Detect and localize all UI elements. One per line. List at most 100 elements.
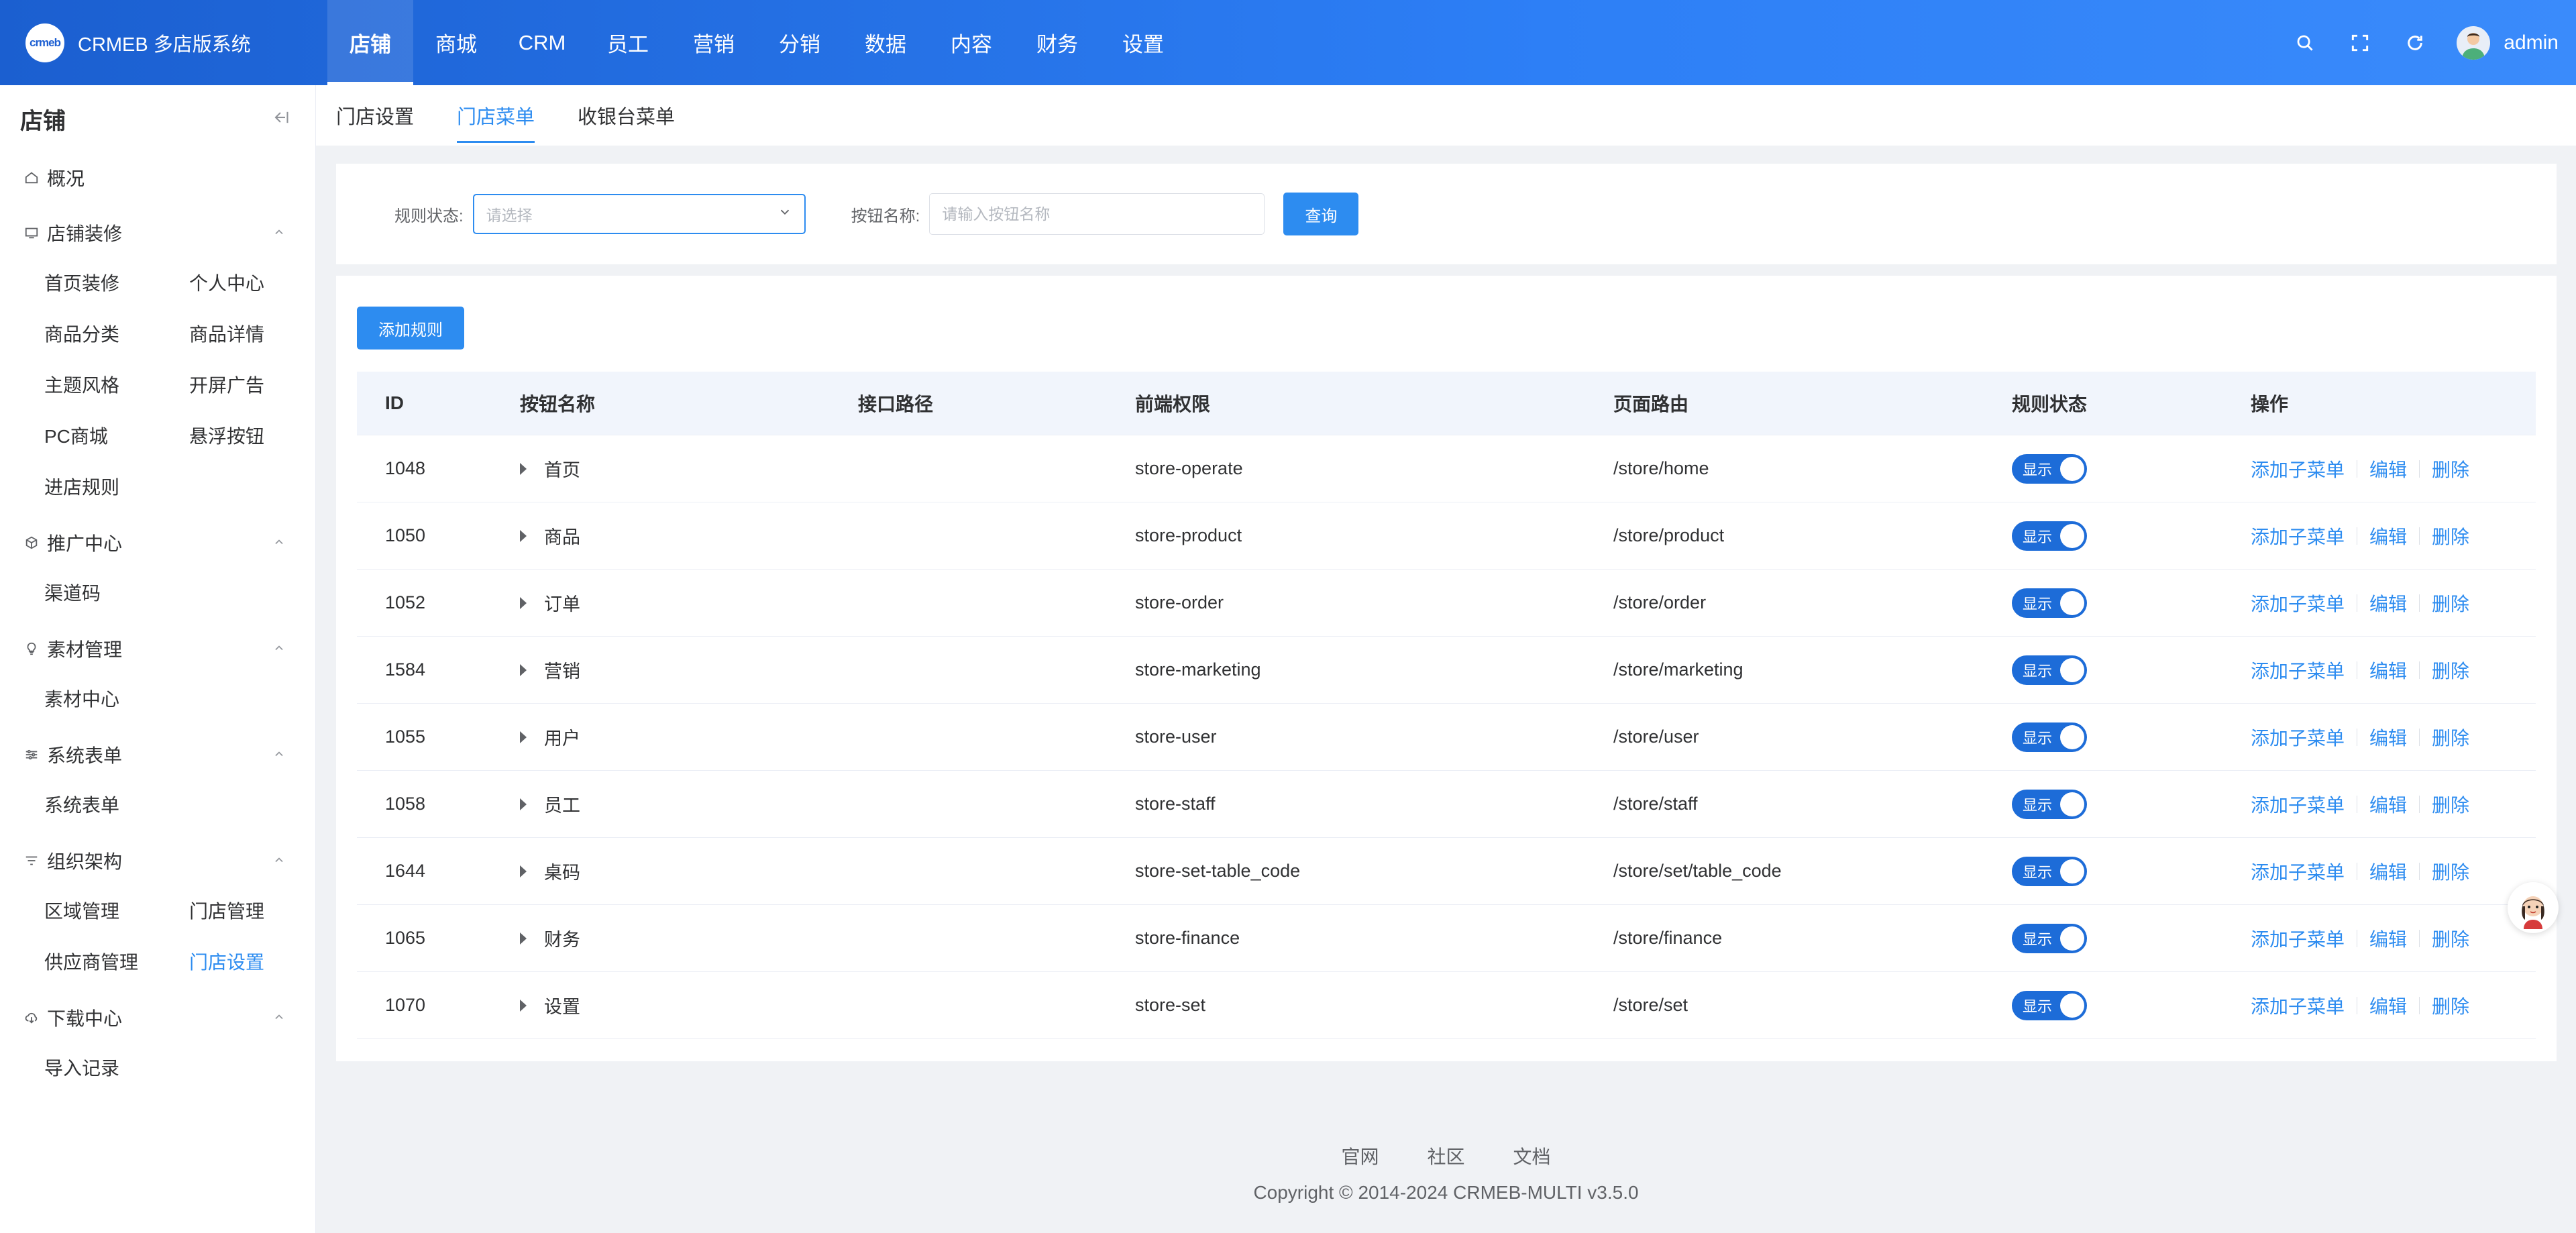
collapse-sidebar-icon[interactable]	[271, 108, 290, 130]
customer-service-avatar[interactable]	[2508, 882, 2559, 933]
edit-link[interactable]: 编辑	[2369, 724, 2407, 751]
sidebar-group-head-materials[interactable]: 素材管理	[0, 623, 315, 674]
expand-caret-icon[interactable]	[520, 932, 527, 945]
sidebar-item-store-management[interactable]: 门店管理	[189, 886, 334, 937]
edit-link[interactable]: 编辑	[2369, 590, 2407, 616]
sidebar-item-supplier-management[interactable]: 供应商管理	[44, 937, 189, 988]
status-toggle[interactable]: 显示	[2012, 588, 2087, 618]
sidebar-group-head-promotion[interactable]: 推广中心	[0, 517, 315, 568]
status-toggle[interactable]: 显示	[2012, 453, 2087, 484]
status-toggle[interactable]: 显示	[2012, 521, 2087, 551]
column-header-api-path: 接口路径	[858, 394, 934, 415]
delete-link[interactable]: 删除	[2432, 523, 2469, 549]
footer-link-official-site[interactable]: 官网	[1341, 1142, 1379, 1169]
add-submenu-link[interactable]: 添加子菜单	[2251, 791, 2345, 818]
expand-caret-icon[interactable]	[520, 798, 527, 810]
delete-link[interactable]: 删除	[2432, 724, 2469, 751]
add-submenu-link[interactable]: 添加子菜单	[2251, 455, 2345, 482]
sidebar-group-head-decoration[interactable]: 店铺装修	[0, 207, 315, 258]
top-nav-item-data[interactable]: 数据	[843, 0, 928, 85]
top-nav-item-staff[interactable]: 员工	[585, 0, 671, 85]
tab-cashier-menu[interactable]: 收银台菜单	[578, 85, 675, 146]
edit-link[interactable]: 编辑	[2369, 657, 2407, 684]
expand-caret-icon[interactable]	[520, 999, 527, 1012]
username[interactable]: admin	[2504, 32, 2559, 54]
avatar[interactable]	[2457, 25, 2491, 60]
expand-caret-icon[interactable]	[520, 529, 527, 542]
add-submenu-link[interactable]: 添加子菜单	[2251, 925, 2345, 952]
status-toggle[interactable]: 显示	[2012, 789, 2087, 819]
delete-link[interactable]: 删除	[2432, 858, 2469, 885]
edit-link[interactable]: 编辑	[2369, 858, 2407, 885]
sidebar-group-head-system-forms[interactable]: 系统表单	[0, 729, 315, 780]
sidebar-item-pc-mall[interactable]: PC商城	[44, 411, 189, 462]
edit-link[interactable]: 编辑	[2369, 791, 2407, 818]
sidebar-item-channel-code[interactable]: 渠道码	[44, 568, 189, 619]
footer-link-community[interactable]: 社区	[1427, 1142, 1464, 1169]
delete-link[interactable]: 删除	[2432, 925, 2469, 952]
delete-link[interactable]: 删除	[2432, 590, 2469, 616]
search-icon[interactable]	[2292, 30, 2318, 56]
tab-store-menu[interactable]: 门店菜单	[457, 85, 535, 146]
top-nav-item-marketing[interactable]: 营销	[671, 0, 757, 85]
edit-link[interactable]: 编辑	[2369, 992, 2407, 1019]
sidebar-item-product-detail[interactable]: 商品详情	[189, 309, 334, 360]
expand-caret-icon[interactable]	[520, 596, 527, 609]
sidebar-item-region-management[interactable]: 区域管理	[44, 886, 189, 937]
add-submenu-link[interactable]: 添加子菜单	[2251, 523, 2345, 549]
status-toggle[interactable]: 显示	[2012, 655, 2087, 685]
expand-caret-icon[interactable]	[520, 663, 527, 676]
column-header-route: 页面路由	[1613, 394, 1689, 415]
add-submenu-link[interactable]: 添加子菜单	[2251, 858, 2345, 885]
tab-store-settings[interactable]: 门店设置	[336, 85, 414, 146]
status-toggle[interactable]: 显示	[2012, 722, 2087, 752]
add-submenu-link[interactable]: 添加子菜单	[2251, 992, 2345, 1019]
top-nav-item-content[interactable]: 内容	[928, 0, 1014, 85]
footer-link-docs[interactable]: 文档	[1513, 1142, 1551, 1169]
expand-caret-icon[interactable]	[520, 462, 527, 475]
sidebar-item-splash-ad[interactable]: 开屏广告	[189, 360, 334, 411]
top-nav-item-finance[interactable]: 财务	[1014, 0, 1100, 85]
fullscreen-icon[interactable]	[2347, 30, 2373, 56]
sidebar-item-import-records[interactable]: 导入记录	[44, 1043, 189, 1094]
delete-link[interactable]: 删除	[2432, 791, 2469, 818]
status-toggle[interactable]: 显示	[2012, 856, 2087, 886]
sidebar-item-theme-style[interactable]: 主题风格	[44, 360, 189, 411]
expand-caret-icon[interactable]	[520, 865, 527, 877]
button-name-input[interactable]	[929, 193, 1265, 235]
sidebar-group-head-organization[interactable]: 组织架构	[0, 835, 315, 886]
sidebar-item-material-center[interactable]: 素材中心	[44, 674, 189, 725]
top-nav-item-crm[interactable]: CRM	[499, 0, 585, 85]
status-toggle[interactable]: 显示	[2012, 990, 2087, 1020]
sidebar-item-system-forms[interactable]: 系统表单	[44, 780, 189, 831]
edit-link[interactable]: 编辑	[2369, 925, 2407, 952]
status-select[interactable]: 请选择	[472, 194, 806, 234]
add-submenu-link[interactable]: 添加子菜单	[2251, 657, 2345, 684]
sidebar-group-head-download-center[interactable]: 下载中心	[0, 992, 315, 1043]
refresh-icon[interactable]	[2402, 30, 2428, 56]
cell-permission: store-product	[1135, 525, 1242, 545]
sidebar-item-entry-rules[interactable]: 进店规则	[44, 462, 189, 513]
query-button[interactable]: 查询	[1283, 193, 1359, 235]
sidebar-item-store-settings[interactable]: 门店设置	[189, 937, 334, 988]
add-submenu-link[interactable]: 添加子菜单	[2251, 590, 2345, 616]
sidebar-item-home-decoration[interactable]: 首页装修	[44, 258, 189, 309]
delete-link[interactable]: 删除	[2432, 657, 2469, 684]
expand-caret-icon[interactable]	[520, 731, 527, 743]
sidebar-item-product-category[interactable]: 商品分类	[44, 309, 189, 360]
top-nav-item-mall[interactable]: 商城	[413, 0, 499, 85]
edit-link[interactable]: 编辑	[2369, 455, 2407, 482]
top-nav-item-settings[interactable]: 设置	[1100, 0, 1186, 85]
sidebar-item-overview[interactable]: 概况	[0, 152, 315, 203]
sidebar-item-float-button[interactable]: 悬浮按钮	[189, 411, 334, 462]
top-nav-item-store[interactable]: 店铺	[327, 0, 413, 85]
edit-link[interactable]: 编辑	[2369, 523, 2407, 549]
top-nav-item-distribution[interactable]: 分销	[757, 0, 843, 85]
brand-logo[interactable]: crmeb CRMEB 多店版系统	[25, 23, 314, 62]
sidebar-item-personal-center[interactable]: 个人中心	[189, 258, 334, 309]
add-submenu-link[interactable]: 添加子菜单	[2251, 724, 2345, 751]
status-toggle[interactable]: 显示	[2012, 923, 2087, 953]
delete-link[interactable]: 删除	[2432, 992, 2469, 1019]
delete-link[interactable]: 删除	[2432, 455, 2469, 482]
add-rule-button[interactable]: 添加规则	[357, 307, 464, 350]
